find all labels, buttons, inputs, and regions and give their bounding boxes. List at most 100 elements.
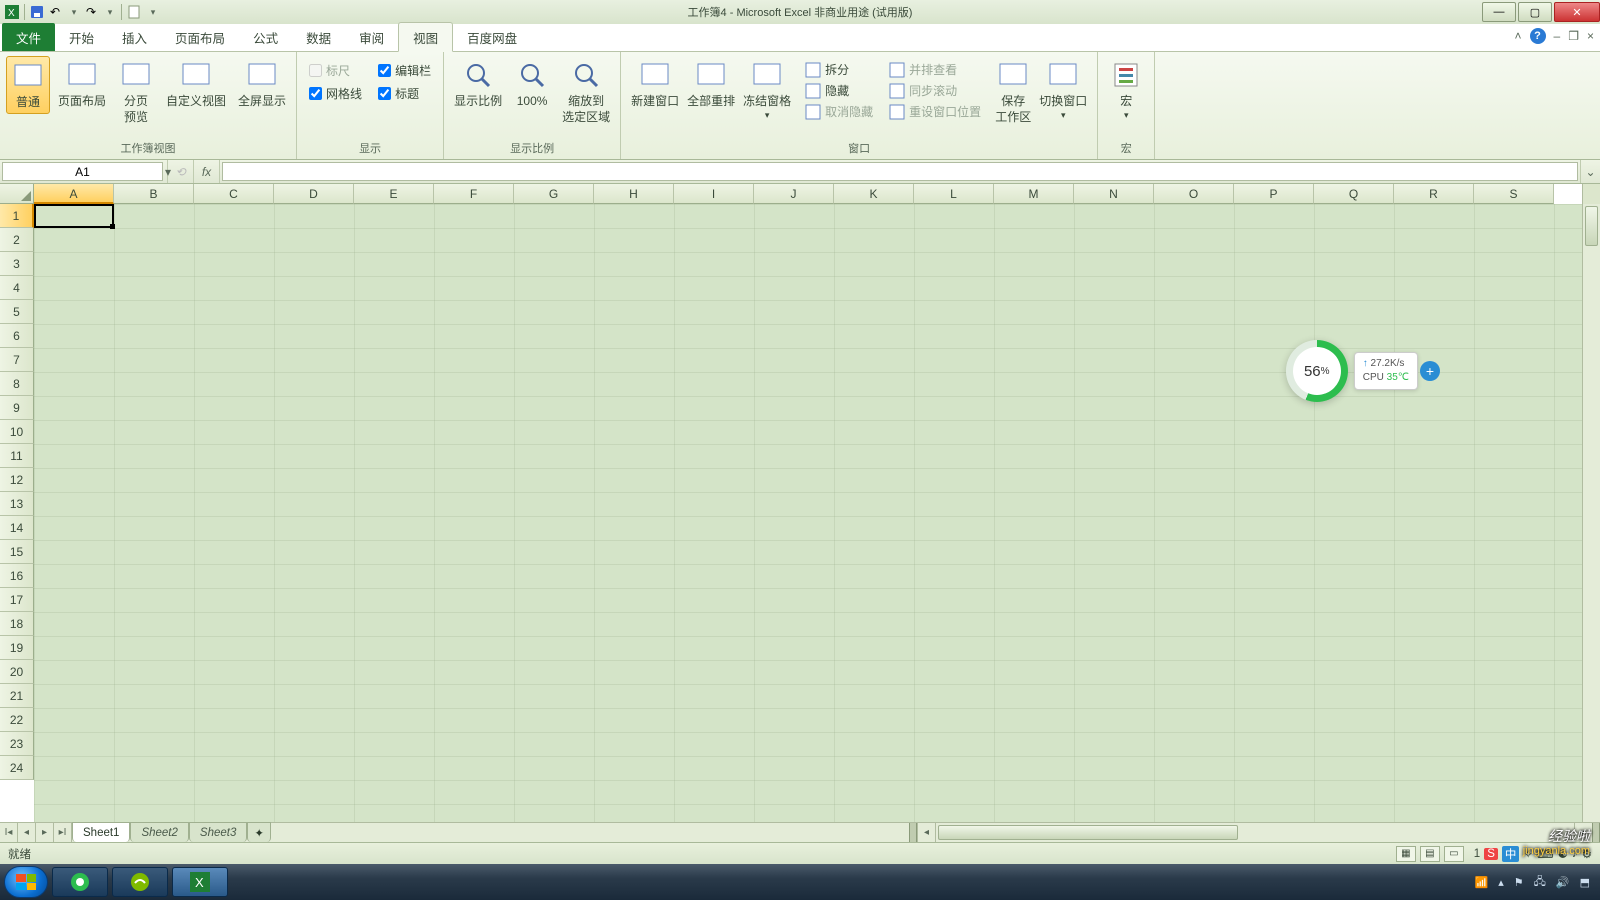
close-button[interactable]: ✕ <box>1554 2 1600 22</box>
start-button[interactable] <box>4 866 48 898</box>
col-header[interactable]: K <box>834 184 914 204</box>
row-header[interactable]: 5 <box>0 300 34 324</box>
cmd-savews[interactable]: 保存工作区 <box>991 56 1035 128</box>
col-header[interactable]: O <box>1154 184 1234 204</box>
row-header[interactable]: 6 <box>0 324 34 348</box>
tab-split-handle[interactable] <box>909 823 917 842</box>
tray-wifi-icon[interactable]: 📶 <box>1475 876 1489 889</box>
formula-bar-expand-icon[interactable]: ⌄ <box>1580 160 1600 183</box>
taskbar-app-browser[interactable] <box>52 867 108 897</box>
tab-file[interactable]: 文件 <box>2 23 55 51</box>
col-header[interactable]: S <box>1474 184 1554 204</box>
row-header[interactable]: 9 <box>0 396 34 420</box>
mdi-close-icon[interactable]: × <box>1587 29 1594 43</box>
formula-input[interactable] <box>222 162 1578 181</box>
doc-icon[interactable] <box>126 4 142 20</box>
col-header[interactable]: J <box>754 184 834 204</box>
row-header[interactable]: 4 <box>0 276 34 300</box>
undo-dropdown-icon[interactable] <box>65 4 81 20</box>
chk-编辑栏[interactable]: 编辑栏 <box>378 62 431 79</box>
sheet-nav-next-icon[interactable]: ▸ <box>36 823 54 842</box>
col-header[interactable]: H <box>594 184 674 204</box>
undo-icon[interactable]: ↶ <box>47 4 63 20</box>
row-header[interactable]: 20 <box>0 660 34 684</box>
cmd-pagebreak[interactable]: 分页预览 <box>114 56 158 128</box>
row-header[interactable]: 23 <box>0 732 34 756</box>
row-header[interactable]: 13 <box>0 492 34 516</box>
horizontal-scrollbar[interactable] <box>935 823 1574 842</box>
cmd-arrange[interactable]: 全部重排 <box>683 56 739 124</box>
cmd-fullscreen[interactable]: 全屏显示 <box>234 56 290 112</box>
cmd-隐藏[interactable]: 隐藏 <box>803 81 875 100</box>
col-header[interactable]: L <box>914 184 994 204</box>
redo-icon[interactable]: ↷ <box>83 4 99 20</box>
row-header[interactable]: 2 <box>0 228 34 252</box>
tab-审阅[interactable]: 审阅 <box>345 23 398 51</box>
taskbar-app-excel[interactable]: X <box>172 867 228 897</box>
tray-vol-icon[interactable]: 🔊 <box>1556 876 1570 889</box>
maximize-button[interactable]: ▢ <box>1518 2 1552 22</box>
tab-公式[interactable]: 公式 <box>239 23 292 51</box>
mdi-restore-icon[interactable]: ❐ <box>1568 29 1579 43</box>
cmd-zoomsel[interactable]: 缩放到选定区域 <box>558 56 614 128</box>
select-all-button[interactable] <box>0 184 34 204</box>
tab-开始[interactable]: 开始 <box>55 23 108 51</box>
cmd-normal[interactable]: 普通 <box>6 56 50 114</box>
cmd-custom[interactable]: 自定义视图 <box>162 56 230 112</box>
vertical-scrollbar[interactable] <box>1582 204 1600 822</box>
col-header[interactable]: A <box>34 184 114 204</box>
monitor-ring-icon[interactable]: 56% <box>1286 340 1348 402</box>
row-header[interactable]: 8 <box>0 372 34 396</box>
chk-标题[interactable]: 标题 <box>378 85 431 102</box>
tray-up-icon[interactable]: ▴ <box>1498 876 1504 889</box>
sheet-nav-prev-icon[interactable]: ◂ <box>18 823 36 842</box>
sheet-nav-last-icon[interactable]: ▸I <box>54 823 72 842</box>
sheet-tab[interactable]: Sheet2 <box>130 822 188 842</box>
hscroll-left-icon[interactable]: ◂ <box>917 823 935 842</box>
cmd-freeze[interactable]: 冻结窗格▾ <box>739 56 795 124</box>
col-header[interactable]: B <box>114 184 194 204</box>
row-header[interactable]: 22 <box>0 708 34 732</box>
tray-flag-icon[interactable]: ⚑ <box>1514 876 1524 889</box>
new-sheet-button[interactable]: ✦ <box>247 822 271 842</box>
tray-other-icon[interactable]: ⬒ <box>1580 876 1590 889</box>
fx-icon[interactable]: fx <box>194 160 220 183</box>
row-header[interactable]: 24 <box>0 756 34 780</box>
zoom-level[interactable]: 1 <box>1474 848 1480 860</box>
row-header[interactable]: 16 <box>0 564 34 588</box>
row-header[interactable]: 18 <box>0 612 34 636</box>
active-cell[interactable] <box>34 204 114 228</box>
col-header[interactable]: Q <box>1314 184 1394 204</box>
sheet-tab[interactable]: Sheet3 <box>189 822 247 842</box>
sheet-nav-first-icon[interactable]: I◂ <box>0 823 18 842</box>
col-header[interactable]: E <box>354 184 434 204</box>
minimize-button[interactable]: — <box>1482 2 1516 22</box>
tray-net-icon[interactable]: 🖧 <box>1534 873 1546 892</box>
row-header[interactable]: 14 <box>0 516 34 540</box>
row-header[interactable]: 7 <box>0 348 34 372</box>
row-header[interactable]: 10 <box>0 420 34 444</box>
row-header[interactable]: 3 <box>0 252 34 276</box>
redo-dropdown-icon[interactable] <box>101 4 117 20</box>
sheet-tab[interactable]: Sheet1 <box>72 822 130 842</box>
tab-视图[interactable]: 视图 <box>398 22 453 52</box>
mdi-min-icon[interactable]: – <box>1554 29 1561 43</box>
tab-数据[interactable]: 数据 <box>292 23 345 51</box>
col-header[interactable]: N <box>1074 184 1154 204</box>
save-icon[interactable] <box>29 4 45 20</box>
cmd-pagelayout[interactable]: 页面布局 <box>54 56 110 112</box>
row-header[interactable]: 17 <box>0 588 34 612</box>
cmd-switch[interactable]: 切换窗口▾ <box>1035 56 1091 128</box>
hscroll-split-handle[interactable] <box>1592 823 1600 842</box>
help-icon[interactable]: ? <box>1530 28 1546 44</box>
col-header[interactable]: R <box>1394 184 1474 204</box>
col-header[interactable]: C <box>194 184 274 204</box>
tab-插入[interactable]: 插入 <box>108 23 161 51</box>
cmd-zoom100[interactable]: 100% <box>510 56 554 112</box>
chk-网格线[interactable]: 网格线 <box>309 85 362 102</box>
col-header[interactable]: P <box>1234 184 1314 204</box>
row-header[interactable]: 11 <box>0 444 34 468</box>
monitor-plus-icon[interactable]: + <box>1420 361 1440 381</box>
system-monitor-widget[interactable]: 56% ↑ 27.2K/s CPU 35℃ + <box>1286 340 1440 402</box>
row-header[interactable]: 12 <box>0 468 34 492</box>
